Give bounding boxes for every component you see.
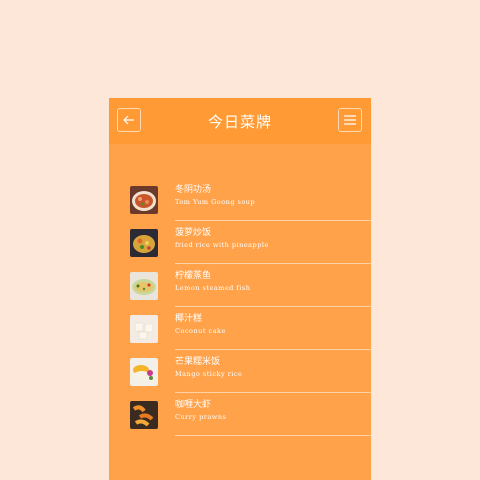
pineapple-fried-rice-photo xyxy=(130,229,158,257)
divider xyxy=(175,349,371,350)
list-item[interactable]: 柠檬蒸鱼 Lemon steamed fish xyxy=(109,266,371,309)
divider xyxy=(175,435,371,436)
lemon-steamed-fish-photo xyxy=(130,272,158,300)
dish-name-en: Curry prawns xyxy=(175,413,227,421)
list-item[interactable]: 菠萝炒饭 fried rice with pineapple xyxy=(109,223,371,266)
divider xyxy=(175,220,371,221)
dish-name-cn: 椰汁糕 xyxy=(175,314,203,324)
app-screen: 今日菜牌 冬阴功汤 Tom Yum Goong soup 菠萝炒饭 fried … xyxy=(109,98,371,480)
curry-prawns-photo xyxy=(130,401,158,429)
menu-button[interactable] xyxy=(338,108,362,132)
dish-name-en: Mango sticky rice xyxy=(175,370,243,378)
hamburger-menu-icon xyxy=(344,115,356,125)
dish-name-en: Tom Yum Goong soup xyxy=(175,198,256,206)
list-item[interactable]: 咖喱大虾 Curry prawns xyxy=(109,395,371,438)
dish-name-en: Lemon steamed fish xyxy=(175,284,251,292)
list-item[interactable]: 椰汁糕 Coconut cake xyxy=(109,309,371,352)
dish-name-en: fried rice with pineapple xyxy=(175,241,269,249)
divider xyxy=(175,392,371,393)
dish-name-cn: 冬阴功汤 xyxy=(175,185,212,195)
dish-name-en: Coconut cake xyxy=(175,327,226,335)
dish-name-cn: 柠檬蒸鱼 xyxy=(175,271,212,281)
dish-name-cn: 芒果糯米饭 xyxy=(175,357,221,367)
mango-sticky-rice-photo xyxy=(130,358,158,386)
tom-yum-soup-photo xyxy=(130,186,158,214)
page-title: 今日菜牌 xyxy=(207,113,272,131)
header-bar: 今日菜牌 xyxy=(109,98,371,144)
coconut-cake-photo xyxy=(130,315,158,343)
dish-name-cn: 咖喱大虾 xyxy=(175,400,212,410)
divider xyxy=(175,306,371,307)
list-item[interactable]: 芒果糯米饭 Mango sticky rice xyxy=(109,352,371,395)
divider xyxy=(175,263,371,264)
list-item[interactable]: 冬阴功汤 Tom Yum Goong soup xyxy=(109,180,371,223)
dish-name-cn: 菠萝炒饭 xyxy=(175,228,212,238)
